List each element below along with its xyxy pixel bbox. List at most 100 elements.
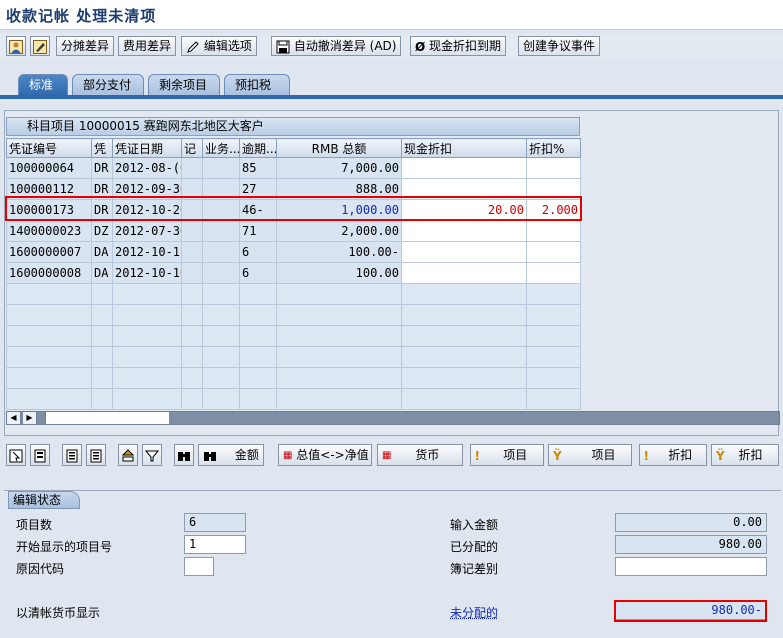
cash-discount-input[interactable] xyxy=(401,157,527,179)
deactivate-items-label: 项目 xyxy=(591,448,616,462)
table-row[interactable]: 100000064 DR 2012-08-(01 85 7,000.00 xyxy=(6,157,581,179)
search-amount-button[interactable]: 金额 xyxy=(198,444,264,466)
column-header[interactable]: RMB 总额 xyxy=(276,138,402,158)
save-icon xyxy=(276,40,290,53)
gross-net-label: 总值<->净值 xyxy=(296,448,369,462)
amount-cell: 2,000.00 xyxy=(276,220,402,242)
business-area-cell xyxy=(202,262,240,284)
column-header[interactable]: 现金折扣 xyxy=(401,138,527,158)
empty-row xyxy=(6,367,581,389)
highlighted-row-box xyxy=(5,196,582,221)
doc-number-cell: 1600000007 xyxy=(6,241,92,263)
doc-type-cell: DR xyxy=(91,157,113,179)
column-header[interactable]: 凭证日期 xyxy=(112,138,182,158)
pencil-icon xyxy=(187,40,199,53)
discount-percent-input[interactable] xyxy=(526,220,581,242)
column-header[interactable]: 记 xyxy=(181,138,203,158)
doc-type-cell: DA xyxy=(91,262,113,284)
charge-difference-button[interactable]: 费用差异 xyxy=(118,36,177,56)
search-icon[interactable] xyxy=(174,444,194,466)
doc-date-cell: 2012-10-116 xyxy=(112,241,182,263)
tab-withholding-tax[interactable]: 预扣税 xyxy=(224,74,290,96)
discount-percent-input[interactable] xyxy=(526,241,581,263)
grid-title: 科目项目 10000015 赛跑网东北地区大客户 xyxy=(6,117,580,136)
deactivate-items-button[interactable]: Ÿ 项目 xyxy=(548,444,632,466)
doc-number-cell: 1400000023 xyxy=(6,220,92,242)
column-header[interactable]: 业务... xyxy=(202,138,240,158)
tab-partial-payment[interactable]: 部分支付 xyxy=(72,74,144,96)
auto-reverse-difference-label: 自动撤消差异 (AD) xyxy=(293,39,397,53)
select-all-icon[interactable] xyxy=(6,444,26,466)
tab-residual-items[interactable]: 剩余项目 xyxy=(148,74,220,96)
cash-discount-due-button[interactable]: Ø 现金折扣到期 xyxy=(410,36,507,56)
cash-discount-input[interactable] xyxy=(401,220,527,242)
sort-icon[interactable] xyxy=(118,444,138,466)
horizontal-scrollbar[interactable]: ◀ ▶ xyxy=(6,411,780,425)
list-icon[interactable] xyxy=(86,444,106,466)
activate-discount-label: 折扣 xyxy=(668,448,693,462)
empty-row xyxy=(6,304,581,326)
doc-number-cell: 100000064 xyxy=(6,157,92,179)
amount-cell: 7,000.00 xyxy=(276,157,402,179)
gross-net-button[interactable]: ▦ 总值<->净值 xyxy=(278,444,372,466)
activate-discount-icon: ǃ xyxy=(644,448,649,463)
person-icon[interactable] xyxy=(6,36,26,56)
filter-icon[interactable] xyxy=(142,444,162,466)
distribute-difference-button[interactable]: 分摊差异 xyxy=(56,36,115,56)
item-toolbar: 金额 ▦ 总值<->净值 ▦ 货币 ǃ 项目 Ÿ 项目 ǃ 折扣 Ÿ 折扣 xyxy=(0,444,783,468)
posting-key-cell xyxy=(181,220,203,242)
auto-reverse-difference-button[interactable]: 自动撤消差异 (AD) xyxy=(271,36,402,56)
business-area-cell xyxy=(202,220,240,242)
unassigned-label: 未分配的 xyxy=(450,606,499,620)
column-header[interactable]: 凭 xyxy=(91,138,113,158)
scrollbar-thumb[interactable] xyxy=(45,412,169,424)
editing-options-button[interactable]: 编辑选项 xyxy=(181,36,257,56)
discount-percent-input[interactable] xyxy=(526,262,581,284)
application-toolbar: 分摊差异 费用差异 编辑选项 自动撤消差异 (AD) Ø 现金折扣到期 创建争议… xyxy=(0,34,783,58)
activate-item-icon: ǃ xyxy=(475,448,480,463)
column-header[interactable]: 凭证编号 xyxy=(6,138,92,158)
create-dispute-case-button[interactable]: 创建争议事件 xyxy=(518,36,601,56)
column-header[interactable]: 折扣% xyxy=(526,138,581,158)
tab-standard[interactable]: 标准 xyxy=(18,74,68,96)
business-area-cell xyxy=(202,241,240,263)
empty-row xyxy=(6,283,581,305)
edit-note-icon[interactable] xyxy=(30,36,50,56)
deactivate-discount-button[interactable]: Ÿ 折扣 xyxy=(711,444,779,466)
table-row[interactable]: 1400000023 DZ 2012-07-306 71 2,000.00 xyxy=(6,220,581,242)
amount-cell: 100.00- xyxy=(276,241,402,263)
business-area-cell xyxy=(202,157,240,179)
doc-date-cell: 2012-07-306 xyxy=(112,220,182,242)
scroll-left-icon[interactable]: ◀ xyxy=(7,412,21,424)
reason-code-input[interactable] xyxy=(184,557,214,576)
cash-discount-input[interactable] xyxy=(401,241,527,263)
difference-posting-label: 簿记差别 xyxy=(450,562,499,576)
difference-posting-field[interactable] xyxy=(615,557,767,576)
empty-row xyxy=(6,346,581,368)
activate-items-label: 项目 xyxy=(503,448,528,462)
activate-items-button[interactable]: ǃ 项目 xyxy=(470,444,544,466)
days-overdue-cell: 6 xyxy=(239,241,277,263)
column-header[interactable]: 逾期... xyxy=(239,138,277,158)
show-in-clearing-currency-label: 以清帐货币显示 xyxy=(16,606,101,620)
discount-percent-input[interactable] xyxy=(526,157,581,179)
currency-button[interactable]: ▦ 货币 xyxy=(377,444,463,466)
days-overdue-cell: 85 xyxy=(239,157,277,179)
days-overdue-cell: 6 xyxy=(239,262,277,284)
item-count-field: 6 xyxy=(184,513,246,532)
item-count-label: 项目数 xyxy=(16,518,53,532)
currency-label: 货币 xyxy=(415,448,440,462)
posting-key-cell xyxy=(181,262,203,284)
deactivate-item-icon: Ÿ xyxy=(553,448,562,463)
first-item-input[interactable]: 1 xyxy=(184,535,246,554)
details-icon[interactable] xyxy=(30,444,50,466)
entered-amount-label: 输入金额 xyxy=(450,518,499,532)
doc-type-cell: DZ xyxy=(91,220,113,242)
table-row[interactable]: 1600000007 DA 2012-10-116 6 100.00- xyxy=(6,241,581,263)
table-row[interactable]: 1600000008 DA 2012-10-101 6 100.00 xyxy=(6,262,581,284)
activate-discount-button[interactable]: ǃ 折扣 xyxy=(639,444,707,466)
scroll-right-icon[interactable]: ▶ xyxy=(23,412,37,424)
deselect-icon[interactable] xyxy=(62,444,82,466)
cash-discount-input[interactable] xyxy=(401,262,527,284)
first-item-label: 开始显示的项目号 xyxy=(16,540,113,554)
